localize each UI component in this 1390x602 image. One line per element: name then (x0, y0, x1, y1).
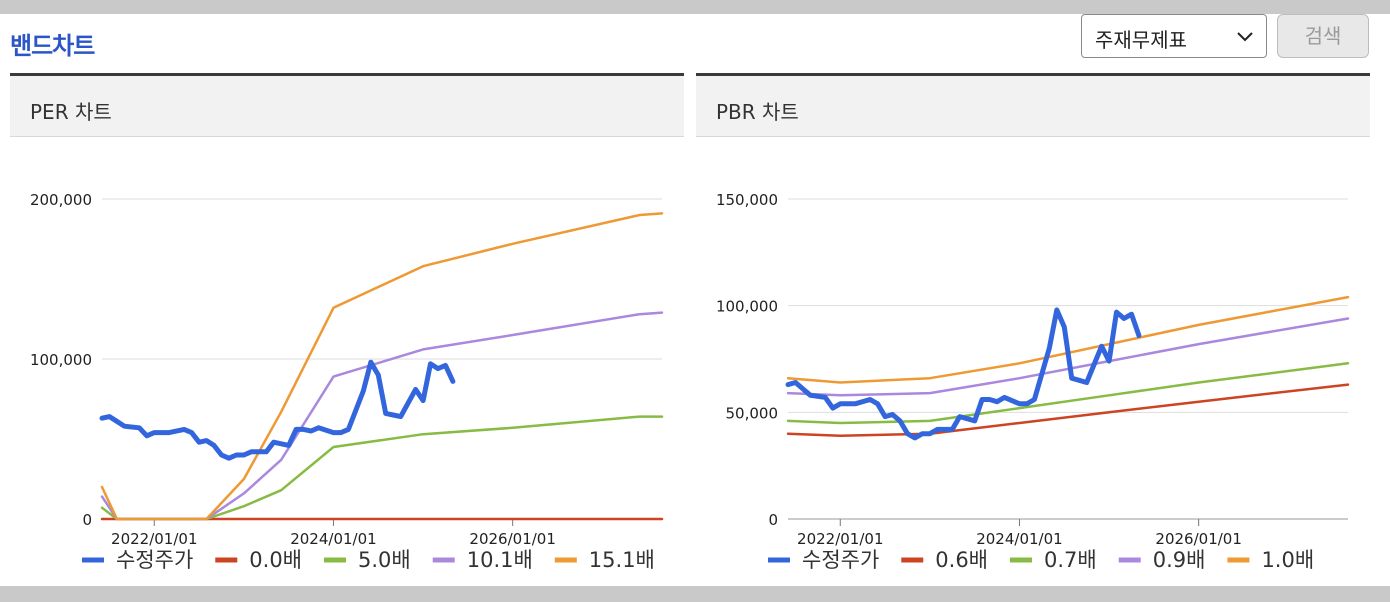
panel-gap (684, 73, 696, 588)
pbr-chart-panel: PBR 차트 0 50,000 100,000 150,000 2022/01/01 20… (696, 73, 1370, 588)
y-tick-label: 0 (768, 511, 778, 529)
legend-label[interactable]: 15.1배 (589, 548, 655, 572)
legend-label[interactable]: 1.0배 (1261, 548, 1314, 572)
y-tick-label: 50,000 (726, 404, 779, 422)
page-title: 밴드차트 (10, 32, 95, 60)
legend-label[interactable]: 5.0배 (358, 548, 411, 572)
legend-label[interactable]: 수정주가 (802, 548, 879, 572)
legend-label[interactable]: 수정주가 (116, 548, 193, 572)
y-tick-label: 100,000 (716, 298, 778, 316)
y-tick-label: 150,000 (716, 191, 778, 209)
y-tick-label: 200,000 (30, 191, 92, 209)
per-chart-panel: PER 차트 0 100,000 200,000 2022/01/01 2024/01/… (10, 73, 684, 588)
series-line-price (99, 359, 456, 461)
statement-type-select[interactable]: 주재무제표 (1081, 14, 1267, 58)
legend-label[interactable]: 0.6배 (935, 548, 988, 572)
per-chart: 0 100,000 200,000 2022/01/01 2024/01/01 2026/… (30, 191, 664, 572)
pbr-chart: 0 50,000 100,000 150,000 2022/01/01 2024/01/0… (716, 191, 1350, 572)
top-strip (0, 0, 1390, 14)
x-tick-label: 2026/01/01 (469, 530, 555, 548)
y-tick-label: 0 (82, 511, 92, 529)
x-tick-label: 2022/01/01 (797, 530, 883, 548)
legend-label[interactable]: 0.7배 (1044, 548, 1097, 572)
y-tick-label: 100,000 (30, 351, 92, 369)
chevron-down-icon (1237, 32, 1253, 42)
per-chart-header: PER 차트 (10, 73, 684, 137)
legend-label[interactable]: 0.9배 (1153, 548, 1206, 572)
x-tick-label: 2024/01/01 (290, 530, 376, 548)
x-tick-label: 2022/01/01 (111, 530, 197, 548)
legend-label[interactable]: 10.1배 (467, 548, 533, 572)
select-value: 주재무제표 (1095, 28, 1187, 52)
pbr-chart-header: PBR 차트 (696, 73, 1370, 137)
series-line-band-4 (100, 212, 664, 521)
search-button[interactable]: 검색 (1277, 14, 1369, 58)
x-tick-label: 2026/01/01 (1155, 530, 1241, 548)
per-chart-title: PER 차트 (30, 100, 112, 124)
legend-label[interactable]: 0.0배 (249, 548, 302, 572)
bottom-strip (0, 586, 1390, 602)
series-line-band-3 (100, 311, 664, 521)
series-line-band-1 (786, 383, 1350, 438)
pbr-chart-title: PBR 차트 (716, 100, 799, 124)
series-line-price (785, 307, 1142, 441)
x-tick-label: 2024/01/01 (976, 530, 1062, 548)
